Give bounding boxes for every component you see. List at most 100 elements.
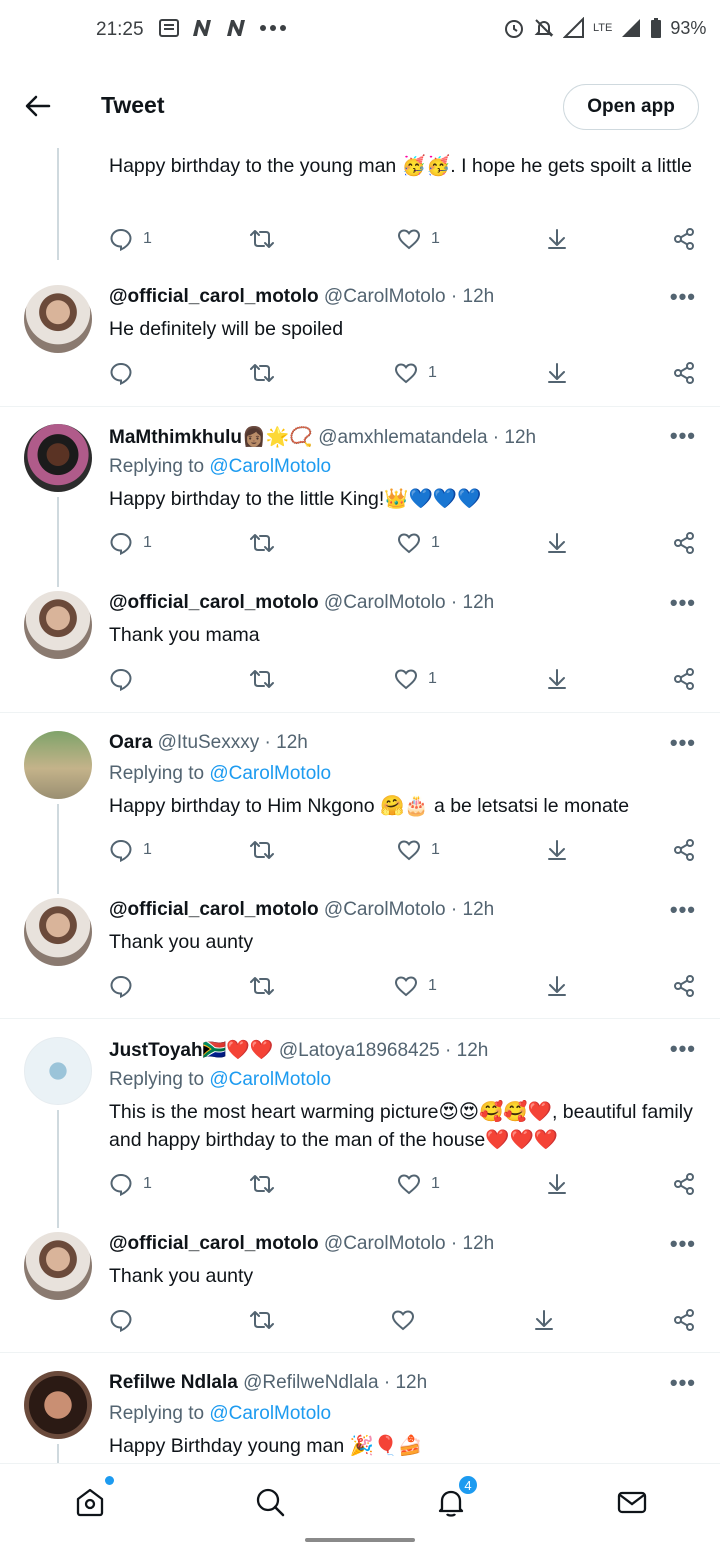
share-button[interactable]	[672, 974, 696, 998]
like-button[interactable]	[391, 1308, 425, 1332]
more-options-button[interactable]: •••	[670, 284, 696, 310]
more-options-button[interactable]: •••	[670, 730, 696, 756]
reply-text: He definitely will be spoiled	[109, 318, 344, 340]
author-name[interactable]: @official_carol_motolo	[109, 592, 319, 613]
like-button[interactable]: 1	[397, 227, 440, 251]
retweet-button[interactable]	[249, 838, 275, 862]
author-name[interactable]: @official_carol_motolo	[109, 1233, 319, 1254]
reply-button[interactable]: 1	[109, 531, 152, 555]
bookmark-share-button[interactable]	[545, 667, 569, 691]
author-name[interactable]: Oara	[109, 732, 152, 753]
retweet-button[interactable]	[249, 361, 275, 385]
share-button[interactable]	[672, 667, 696, 691]
author-handle[interactable]: @RefilweNdlala	[243, 1372, 378, 1393]
nav-messages[interactable]	[612, 1482, 652, 1522]
avatar[interactable]	[24, 731, 92, 799]
share-button[interactable]	[672, 838, 696, 862]
retweet-button[interactable]	[249, 531, 275, 555]
bookmark-share-button[interactable]	[545, 361, 569, 385]
back-button[interactable]	[18, 90, 58, 122]
author-handle[interactable]: @CarolMotolo	[324, 592, 446, 613]
share-button[interactable]	[672, 361, 696, 385]
like-button[interactable]: 1	[394, 974, 437, 998]
author-handle[interactable]: @CarolMotolo	[324, 1233, 446, 1254]
reply-item[interactable]: MaMthimkhulu👩🏽🌟📿 @amxhlematandela · 12h …	[0, 417, 720, 587]
comment-icon	[110, 228, 132, 251]
nav-home[interactable]	[70, 1476, 114, 1522]
avatar[interactable]	[24, 424, 92, 492]
retweet-button[interactable]	[249, 1172, 275, 1196]
bookmark-share-button[interactable]	[545, 531, 569, 555]
reply-button[interactable]	[109, 974, 143, 998]
author-name[interactable]: @official_carol_motolo	[109, 286, 319, 307]
like-button[interactable]: 1	[397, 1172, 440, 1196]
like-button[interactable]: 1	[397, 531, 440, 555]
author-handle[interactable]: @CarolMotolo	[324, 899, 446, 920]
bookmark-share-button[interactable]	[545, 1172, 569, 1196]
reply-button[interactable]: 1	[109, 838, 152, 862]
author-handle[interactable]: @CarolMotolo	[324, 286, 446, 307]
reply-item[interactable]: JustToyah🇿🇦❤️❤️ @Latoya18968425 · 12h ••…	[0, 1030, 720, 1228]
replying-mention[interactable]: @CarolMotolo	[209, 1069, 331, 1090]
more-options-button[interactable]: •••	[670, 1231, 696, 1257]
comment-icon	[110, 532, 132, 555]
reply-item[interactable]: @official_carol_motolo @CarolMotolo · 12…	[0, 1225, 720, 1353]
nav-notifications[interactable]: 4	[431, 1474, 479, 1522]
reply-item[interactable]: @official_carol_motolo @CarolMotolo · 12…	[0, 278, 720, 406]
bookmark-share-button[interactable]	[545, 838, 569, 862]
bookmark-share-button[interactable]	[545, 974, 569, 998]
share-button[interactable]	[672, 1172, 696, 1196]
reply-item[interactable]: @official_carol_motolo @CarolMotolo · 12…	[0, 584, 720, 712]
avatar[interactable]	[24, 898, 92, 966]
reply-button[interactable]: 1	[109, 227, 152, 251]
reply-item[interactable]: Oara @ItuSexxxy · 12h ••• Replying to @C…	[0, 724, 720, 894]
author-handle[interactable]: @Latoya18968425	[279, 1040, 440, 1061]
replying-mention[interactable]: @CarolMotolo	[209, 456, 331, 477]
like-button[interactable]: 1	[397, 838, 440, 862]
more-options-button[interactable]: •••	[670, 1370, 696, 1396]
more-options-button[interactable]: •••	[670, 1036, 696, 1062]
more-options-button[interactable]: •••	[670, 897, 696, 923]
avatar[interactable]	[24, 1232, 92, 1300]
author-name[interactable]: Refilwe Ndlala	[109, 1372, 238, 1393]
battery-level: 93%	[670, 17, 707, 38]
replying-to: Replying to @CarolMotolo	[109, 763, 331, 785]
replies-feed[interactable]: Happy birthday to the young man 🥳🥳. I ho…	[0, 148, 720, 1463]
retweet-button[interactable]	[249, 974, 275, 998]
reply-text: Happy birthday to the young man 🥳🥳. I ho…	[109, 155, 692, 177]
nav-search[interactable]	[250, 1482, 290, 1522]
avatar[interactable]	[24, 591, 92, 659]
retweet-button[interactable]	[249, 1308, 275, 1332]
bookmark-share-button[interactable]	[545, 227, 569, 251]
reply-button[interactable]: 1	[109, 1172, 152, 1196]
reply-item[interactable]: Happy birthday to the young man 🥳🥳. I ho…	[0, 148, 720, 268]
author-name[interactable]: @official_carol_motolo	[109, 899, 319, 920]
author-name[interactable]: MaMthimkhulu👩🏽🌟📿	[109, 427, 313, 448]
avatar[interactable]	[24, 285, 92, 353]
more-options-button[interactable]: •••	[670, 590, 696, 616]
reply-button[interactable]	[109, 667, 143, 691]
replying-mention[interactable]: @CarolMotolo	[209, 1403, 331, 1424]
author-handle[interactable]: @ItuSexxxy	[158, 732, 260, 753]
open-app-button[interactable]: Open app	[563, 84, 699, 130]
more-options-button[interactable]: •••	[670, 423, 696, 449]
share-button[interactable]	[672, 1308, 696, 1332]
reply-button[interactable]	[109, 1308, 143, 1332]
share-button[interactable]	[672, 531, 696, 555]
reply-button[interactable]	[109, 361, 143, 385]
retweet-button[interactable]	[249, 227, 275, 251]
share-button[interactable]	[672, 227, 696, 251]
home-indicator[interactable]	[305, 1538, 415, 1542]
reply-item[interactable]: @official_carol_motolo @CarolMotolo · 12…	[0, 891, 720, 1019]
retweet-button[interactable]	[249, 667, 275, 691]
like-button[interactable]: 1	[394, 667, 437, 691]
reply-item[interactable]: Refilwe Ndlala @RefilweNdlala · 12h ••• …	[0, 1364, 720, 1463]
like-button[interactable]: 1	[394, 361, 437, 385]
thread-line	[57, 804, 59, 894]
bookmark-share-button[interactable]	[532, 1308, 556, 1332]
author-handle[interactable]: @amxhlematandela	[318, 427, 487, 448]
author-name[interactable]: JustToyah🇿🇦❤️❤️	[109, 1040, 274, 1061]
avatar[interactable]	[24, 1371, 92, 1439]
avatar[interactable]	[24, 1037, 92, 1105]
replying-mention[interactable]: @CarolMotolo	[209, 763, 331, 784]
